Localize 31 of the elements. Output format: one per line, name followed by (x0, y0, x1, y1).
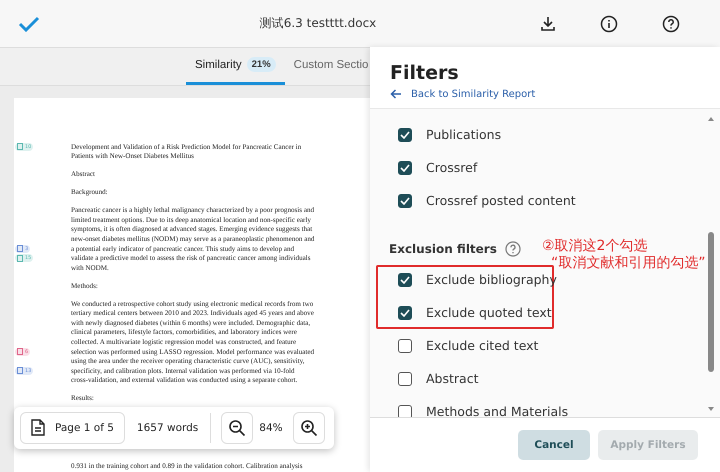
zoom-in-icon (300, 418, 318, 437)
cancel-button[interactable]: Cancel (518, 430, 590, 460)
percentage-badge: 21% (246, 57, 276, 72)
scrollbar[interactable] (708, 117, 714, 411)
arrow-left-icon (390, 89, 402, 99)
filter-checkbox[interactable]: Crossref (398, 151, 478, 184)
filter-checkbox[interactable]: Exclude cited text (398, 329, 538, 362)
filter-checkbox[interactable]: Publications (398, 118, 502, 151)
tab[interactable]: Custom Sectio (284, 48, 370, 85)
page-button[interactable]: Page 1 of 5 (20, 412, 125, 444)
zoom-in-button[interactable] (292, 412, 325, 444)
zoom-level: 84% (259, 422, 283, 434)
annotation-note: “取消文献和引用的勾选” (551, 255, 706, 272)
filter-checkbox[interactable]: Abstract (398, 362, 478, 395)
section-heading: Exclusion filters (389, 242, 497, 256)
zoom-out-icon (228, 418, 246, 437)
annotation-note: ②取消这2个勾选 (542, 238, 648, 255)
check-icon (400, 130, 410, 138)
check-icon (400, 276, 410, 284)
filter-checkbox[interactable]: Exclude quoted text (398, 296, 552, 329)
check-icon (400, 196, 410, 204)
document-title: 测试6.3 testttt.docx (258, 15, 378, 32)
zoom-out-button[interactable] (221, 412, 254, 444)
back-link[interactable]: Back to Similarity Report (390, 88, 536, 100)
word-count: 1657 words (136, 422, 200, 434)
check-icon (400, 164, 410, 172)
document-icon (31, 419, 45, 436)
panel-title: Filters (390, 62, 460, 84)
check-icon (400, 308, 410, 316)
filter-checkbox[interactable]: Crossref posted content (398, 184, 576, 217)
checkmark-icon (18, 16, 40, 32)
